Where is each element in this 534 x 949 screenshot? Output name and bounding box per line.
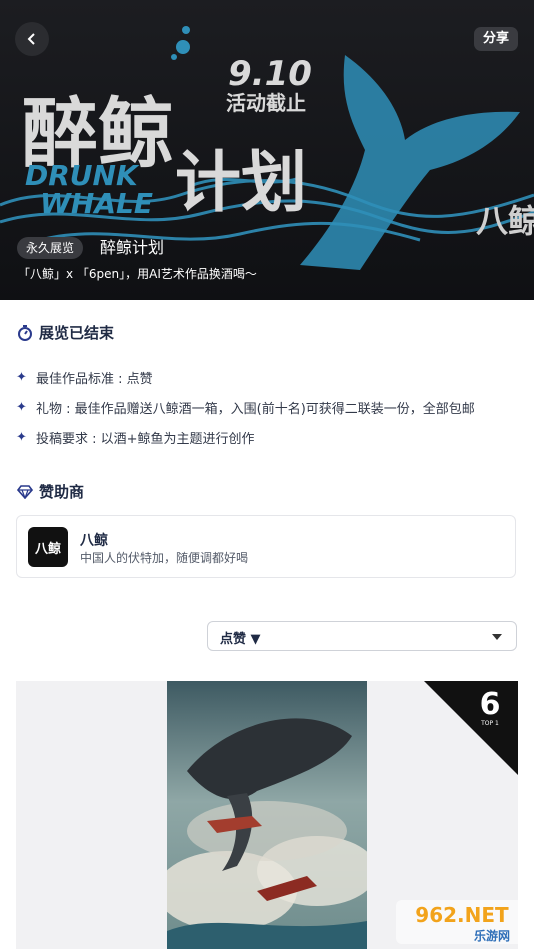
back-button[interactable] [15, 22, 49, 56]
rule-text: 投稿要求 : 以酒+鲸鱼为主题进行创作 [36, 432, 255, 447]
caret-down-icon [492, 634, 502, 640]
sponsor-description: 中国人的伏特加，随便调都好喝 [80, 551, 249, 565]
chevron-left-icon [27, 33, 35, 45]
banner-title-en2: WHALE [40, 187, 153, 220]
badge-label: TOP 1 [480, 720, 499, 727]
banner-title-cn2: 计划 [175, 144, 307, 221]
banner-deadline: 活动截止 [226, 91, 306, 115]
svg-text:八鲸: 八鲸 [34, 541, 61, 557]
share-button[interactable]: 分享 [473, 27, 518, 51]
status-title: 展览已结束 [39, 324, 115, 342]
watermark-site: 962.NET [415, 903, 509, 927]
sparkle-icon: ✦ [16, 370, 27, 385]
site-watermark: 962.NET 乐游网 [396, 900, 528, 944]
sparkle-icon: ✦ [16, 400, 27, 415]
sponsor-section-title: 赞助商 [39, 483, 85, 501]
watermark-site-cn: 乐游网 [474, 928, 510, 943]
sort-dropdown[interactable]: 点赞 ▼ [207, 621, 517, 651]
banner-date: 9.10 [228, 54, 312, 94]
permanent-exhibit-tag: 永久展览 [17, 237, 84, 259]
diamond-icon [17, 484, 33, 499]
badge-number: 6 [480, 687, 501, 722]
sparkle-icon: ✦ [16, 430, 27, 445]
top-rank-badge: 6 TOP 1 [424, 681, 518, 775]
sponsor-card[interactable]: 八鲸 八鲸 中国人的伏特加，随便调都好喝 [16, 515, 516, 578]
status-heading: 展览已结束 [17, 322, 114, 343]
banner-logo-text: 八鲸 [476, 202, 534, 240]
sponsor-logo: 八鲸 [28, 527, 68, 567]
rule-item: ✦ 最佳作品标准 : 点赞 [16, 368, 153, 387]
rule-item: ✦ 礼物 : 最佳作品赠送八鲸酒一箱，入围(前十名)可获得二联装一份，全部包邮 [16, 398, 475, 417]
sponsor-name: 八鲸 [80, 533, 108, 549]
exhibit-subtitle: 「八鲸」x 「6pen」，用AI艺术作品换酒喝～ [18, 267, 257, 281]
sort-selected-value: 点赞 ▼ [220, 632, 261, 647]
rule-text: 礼物 : 最佳作品赠送八鲸酒一箱，入围(前十名)可获得二联装一份，全部包邮 [36, 402, 475, 417]
hero-banner: 醉鲸 计划 DRUNK WHALE 9.10 活动截止 八鲸 分享 永久展览 醉… [0, 0, 534, 300]
exhibit-title: 醉鲸计划 [100, 238, 165, 257]
timer-icon [18, 324, 32, 341]
rule-text: 最佳作品标准 : 点赞 [36, 372, 153, 387]
sponsor-heading: 赞助商 [17, 481, 84, 502]
artwork-image[interactable] [167, 681, 367, 949]
rule-item: ✦ 投稿要求 : 以酒+鲸鱼为主题进行创作 [16, 428, 255, 447]
